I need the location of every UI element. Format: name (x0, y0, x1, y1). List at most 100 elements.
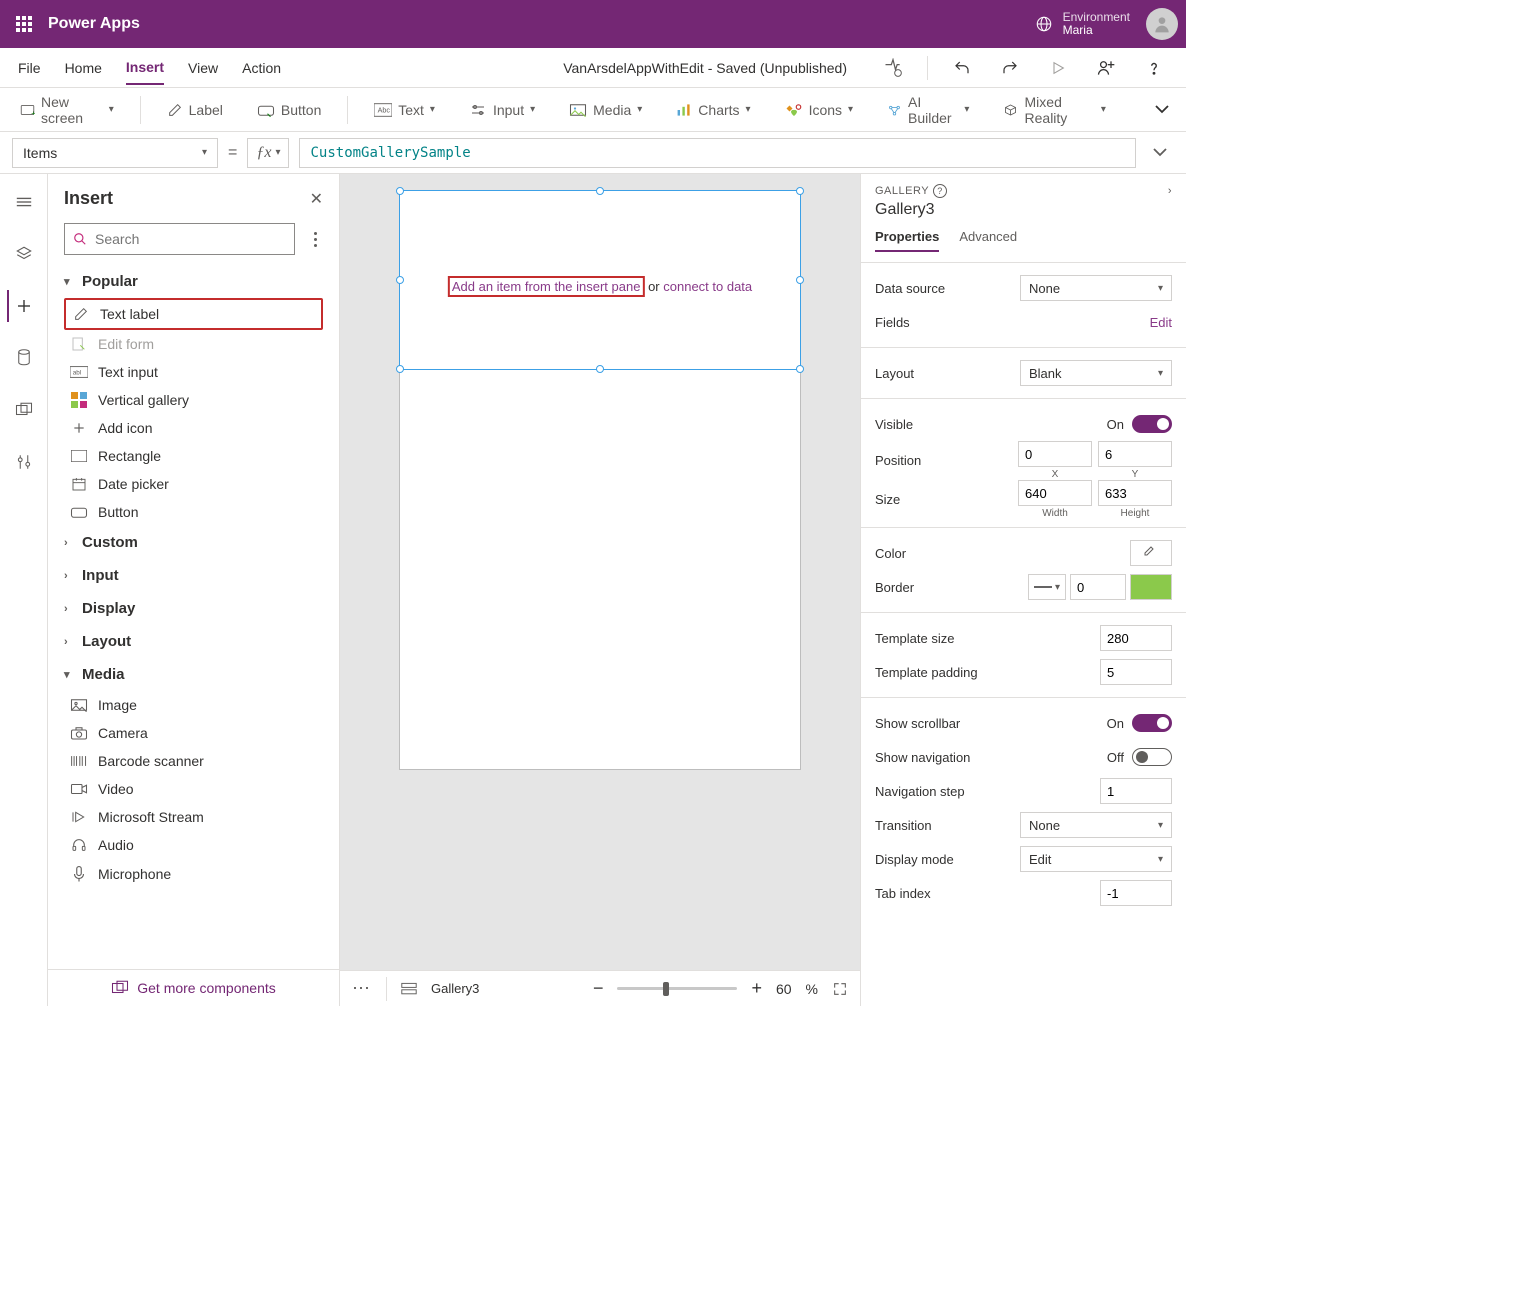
border-width-input[interactable] (1070, 574, 1126, 600)
label-fields: Fields (875, 315, 910, 330)
menu-insert[interactable]: Insert (126, 51, 164, 85)
menu-file[interactable]: File (18, 52, 41, 84)
cat-custom[interactable]: ›Custom (64, 526, 323, 559)
ai-builder-menu[interactable]: AI Builder▾ (879, 90, 977, 130)
template-size-input[interactable] (1100, 625, 1172, 651)
calendar-icon (70, 476, 88, 492)
get-more-components[interactable]: Get more components (48, 969, 339, 1006)
zoom-out[interactable]: − (593, 978, 604, 999)
formula-input[interactable] (299, 138, 1136, 168)
canvas-more-icon[interactable]: ⋯ (352, 978, 372, 999)
health-check-icon[interactable] (879, 54, 907, 82)
button-icon (70, 505, 88, 519)
cat-popular[interactable]: ▾Popular (64, 265, 323, 298)
fx-button[interactable]: ƒx▾ (247, 138, 289, 168)
media-menu[interactable]: Media▾ (561, 98, 650, 122)
color-picker[interactable] (1130, 540, 1172, 566)
cat-layout[interactable]: ›Layout (64, 625, 323, 658)
pos-y-input[interactable] (1098, 441, 1172, 467)
item-microphone[interactable]: Microphone (64, 859, 323, 889)
zoom-in[interactable]: + (751, 978, 762, 999)
item-ms-stream[interactable]: Microsoft Stream (64, 803, 323, 831)
item-text-input[interactable]: ablText input (64, 358, 323, 386)
transition-select[interactable]: None▾ (1020, 812, 1172, 838)
menu-view[interactable]: View (188, 52, 218, 84)
panel-expand-icon[interactable]: › (1168, 185, 1172, 197)
text-menu[interactable]: AbcText▾ (366, 98, 443, 122)
cat-display[interactable]: ›Display (64, 592, 323, 625)
layout-select[interactable]: Blank▾ (1020, 360, 1172, 386)
size-w-input[interactable] (1018, 480, 1092, 506)
tab-advanced[interactable]: Advanced (959, 229, 1017, 252)
waffle-icon[interactable] (8, 8, 40, 40)
icons-icon (785, 102, 803, 118)
item-add-icon[interactable]: Add icon (64, 414, 323, 442)
display-mode-select[interactable]: Edit▾ (1020, 846, 1172, 872)
rail-data-icon[interactable] (8, 342, 40, 374)
help-badge-icon[interactable]: ? (933, 184, 947, 198)
avatar[interactable] (1146, 8, 1178, 40)
play-icon[interactable] (1044, 54, 1072, 82)
rail-layers-icon[interactable] (8, 238, 40, 270)
menu-home[interactable]: Home (65, 52, 102, 84)
data-source-select[interactable]: None▾ (1020, 275, 1172, 301)
item-text-label[interactable]: Text label (64, 298, 323, 330)
charts-menu[interactable]: Charts▾ (668, 98, 758, 122)
gallery-selection[interactable]: Add an item from the insert pane or conn… (399, 190, 801, 370)
more-icon[interactable] (307, 232, 323, 247)
border-style-select[interactable]: ▾ (1028, 574, 1066, 600)
icons-menu[interactable]: Icons▾ (777, 98, 862, 122)
formula-expand-icon[interactable] (1146, 148, 1174, 158)
ribbon-expand-icon[interactable] (1150, 96, 1174, 124)
item-edit-form[interactable]: Edit form (64, 330, 323, 358)
rail-tools-icon[interactable] (8, 446, 40, 478)
input-menu[interactable]: Input▾ (461, 98, 543, 122)
artboard[interactable]: Add an item from the insert pane or conn… (399, 190, 801, 770)
rail-insert-icon[interactable] (7, 290, 39, 322)
item-camera[interactable]: Camera (64, 719, 323, 747)
undo-icon[interactable] (948, 54, 976, 82)
mixed-reality-menu[interactable]: Mixed Reality▾ (995, 90, 1113, 130)
panel-title: Insert (64, 188, 113, 209)
label-button[interactable]: Label (159, 98, 231, 122)
nav-step-input[interactable] (1100, 778, 1172, 804)
share-icon[interactable] (1092, 54, 1120, 82)
redo-icon[interactable] (996, 54, 1024, 82)
visible-toggle[interactable] (1132, 415, 1172, 433)
item-image[interactable]: Image (64, 691, 323, 719)
rail-media-icon[interactable] (8, 394, 40, 426)
size-h-input[interactable] (1098, 480, 1172, 506)
help-icon[interactable] (1140, 54, 1168, 82)
navigation-toggle[interactable] (1132, 748, 1172, 766)
item-video[interactable]: Video (64, 775, 323, 803)
tab-index-input[interactable] (1100, 880, 1172, 906)
cat-input[interactable]: ›Input (64, 559, 323, 592)
edit-fields-link[interactable]: Edit (1150, 315, 1172, 330)
item-date-picker[interactable]: Date picker (64, 470, 323, 498)
tab-properties[interactable]: Properties (875, 229, 939, 252)
item-barcode[interactable]: Barcode scanner (64, 747, 323, 775)
new-screen-button[interactable]: + New screen▾ (12, 90, 122, 130)
item-button[interactable]: Button (64, 498, 323, 526)
pos-x-input[interactable] (1018, 441, 1092, 467)
barcode-icon (70, 754, 88, 768)
breadcrumb[interactable]: Gallery3 (431, 981, 479, 996)
border-color-picker[interactable] (1130, 574, 1172, 600)
search-input[interactable] (64, 223, 295, 255)
item-audio[interactable]: Audio (64, 831, 323, 859)
property-selector[interactable]: Items▾ (12, 138, 218, 168)
rail-tree-icon[interactable] (8, 186, 40, 218)
menu-action[interactable]: Action (242, 52, 281, 84)
environment-picker[interactable]: Environment Maria (1035, 11, 1130, 37)
scrollbar-toggle[interactable] (1132, 714, 1172, 732)
cat-media[interactable]: ▾Media (64, 658, 323, 691)
item-vertical-gallery[interactable]: Vertical gallery (64, 386, 323, 414)
hint-connect-link[interactable]: connect to data (663, 279, 752, 294)
template-padding-input[interactable] (1100, 659, 1172, 685)
close-icon[interactable]: ✕ (310, 189, 323, 209)
zoom-slider[interactable] (617, 987, 737, 990)
fit-screen-icon[interactable] (832, 981, 848, 997)
item-rectangle[interactable]: Rectangle (64, 442, 323, 470)
hint-insert-link[interactable]: Add an item from the insert pane (448, 276, 645, 297)
button-button[interactable]: Button (249, 98, 329, 122)
